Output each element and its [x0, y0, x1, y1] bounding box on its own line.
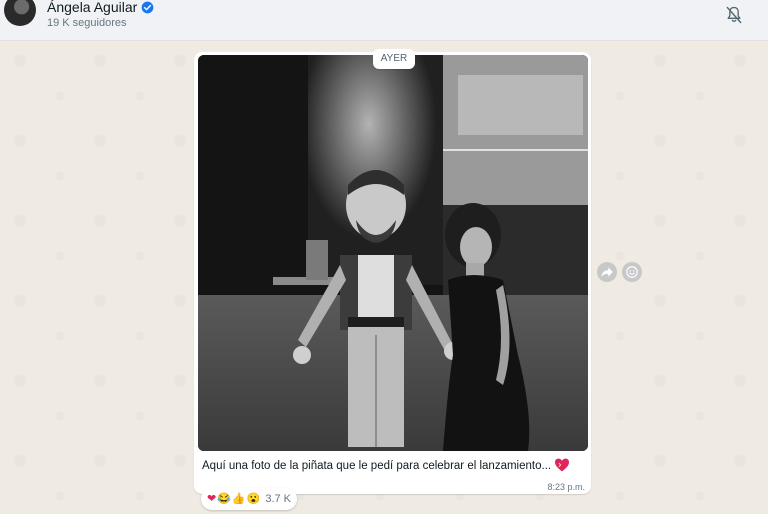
- message-caption: Aquí una foto de la piñata que le pedí p…: [202, 458, 582, 472]
- reaction-thumbs-up: 👍: [231, 492, 246, 505]
- verified-badge-icon: [141, 1, 154, 13]
- message-photo[interactable]: [198, 55, 588, 451]
- photo-image: [198, 55, 588, 451]
- avatar[interactable]: [4, 0, 36, 26]
- reaction-count: 3.7 K: [265, 493, 292, 505]
- heart-emoji-icon: [555, 458, 570, 472]
- channel-name: Ángela Aguilar: [47, 0, 138, 15]
- bell-off-icon[interactable]: [724, 5, 744, 25]
- message-time: 8:23 p.m.: [547, 482, 585, 492]
- reaction-surprised: 😮: [246, 492, 261, 505]
- followers-count: 19 K seguidores: [47, 17, 127, 29]
- react-button[interactable]: [622, 262, 642, 282]
- channel-header: Ángela Aguilar 19 K seguidores: [0, 0, 768, 41]
- channel-title[interactable]: Ángela Aguilar: [47, 0, 154, 15]
- forward-button[interactable]: [597, 262, 617, 282]
- day-separator: AYER: [373, 49, 415, 69]
- forward-icon: [601, 267, 613, 278]
- reaction-heart: ❤: [207, 492, 217, 505]
- reactions-bar[interactable]: ❤ 😂 👍 😮 3.7 K: [201, 488, 298, 510]
- message-bubble[interactable]: Aquí una foto de la piñata que le pedí p…: [194, 52, 591, 494]
- reaction-laugh: 😂: [217, 492, 231, 505]
- emoji-smile-icon: [626, 266, 638, 278]
- caption-text: Aquí una foto de la piñata que le pedí p…: [202, 460, 552, 472]
